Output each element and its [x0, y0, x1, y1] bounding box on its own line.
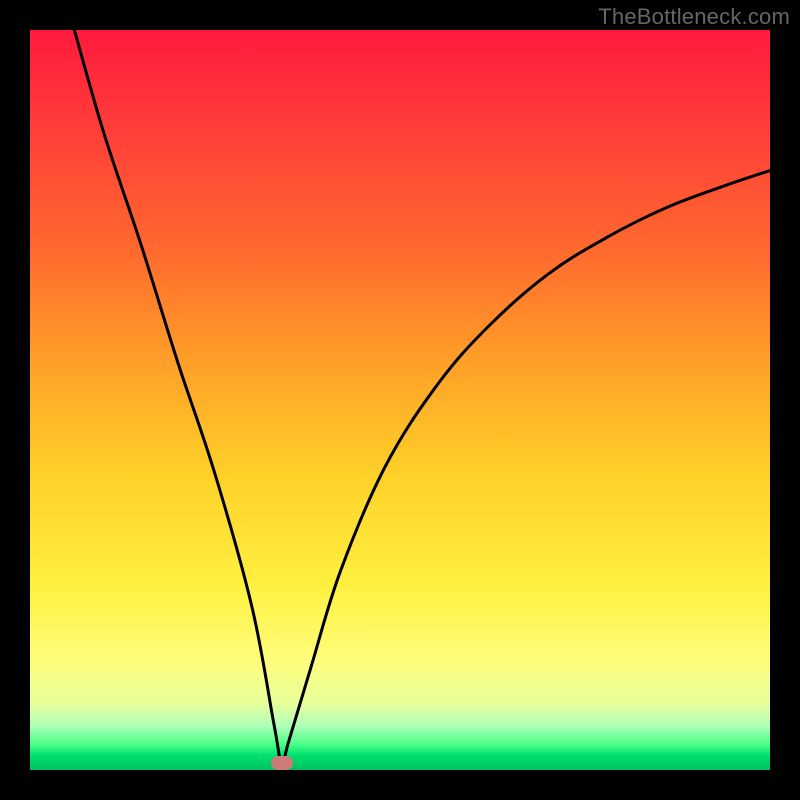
curve-path	[74, 30, 770, 763]
minimum-marker	[271, 756, 293, 770]
plot-area	[30, 30, 770, 770]
watermark-text: TheBottleneck.com	[598, 4, 790, 30]
chart-frame: TheBottleneck.com	[0, 0, 800, 800]
bottleneck-curve	[30, 30, 770, 770]
